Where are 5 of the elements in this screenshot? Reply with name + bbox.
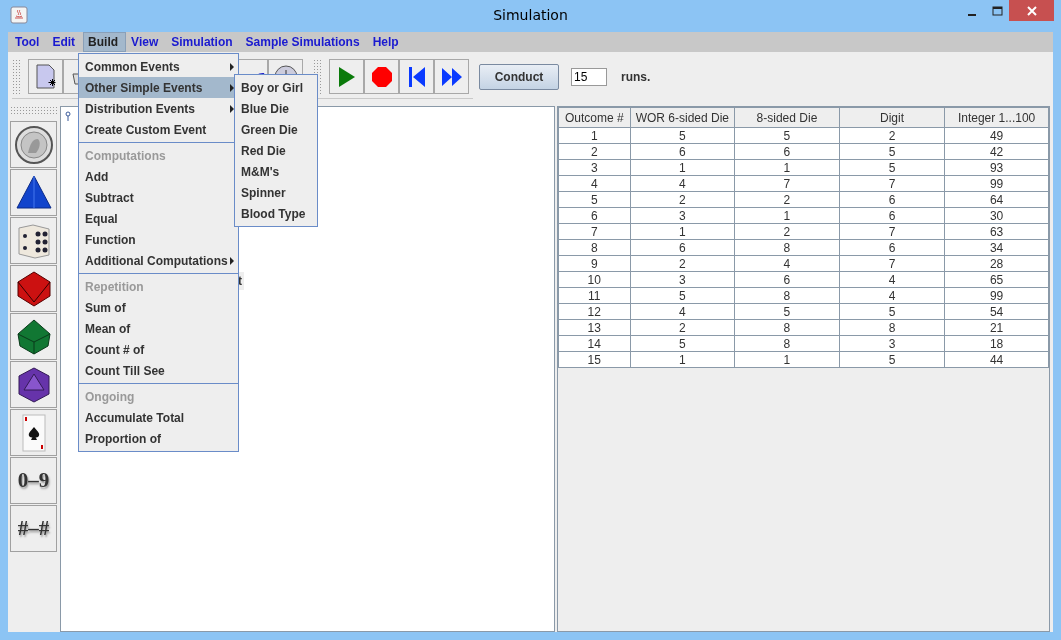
menu-section-header: Ongoing <box>84 388 136 406</box>
runs-label: runs. <box>621 70 651 84</box>
window-title: Simulation <box>492 7 569 23</box>
menu-section-header: Computations <box>84 147 167 165</box>
menu-section-header: Repetition <box>84 278 145 296</box>
